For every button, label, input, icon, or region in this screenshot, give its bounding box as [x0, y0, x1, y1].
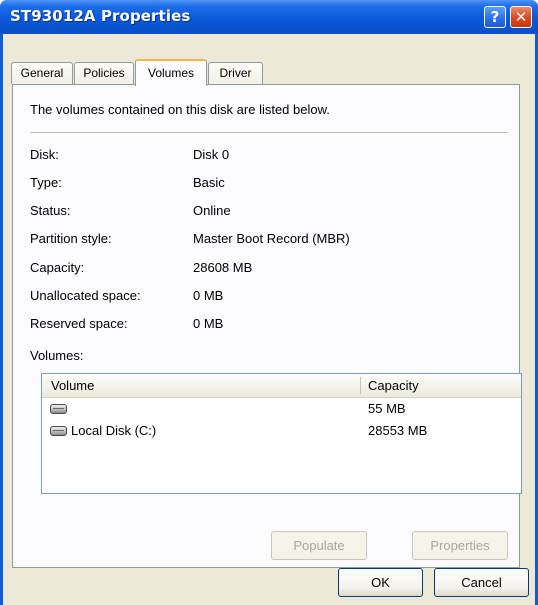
- populate-button[interactable]: Populate: [271, 531, 367, 560]
- volume-capacity: 28553 MB: [368, 423, 428, 438]
- volume-properties-button[interactable]: Properties: [412, 531, 508, 560]
- column-header-capacity[interactable]: Capacity: [368, 378, 419, 393]
- title-bar[interactable]: ST93012A Properties ? ✕: [0, 0, 538, 34]
- tab-driver[interactable]: Driver: [208, 62, 263, 84]
- volumes-list-header: Volume Capacity: [42, 374, 521, 398]
- volume-name: Local Disk (C:): [71, 423, 157, 438]
- reserved-space-label: Reserved space:: [30, 316, 128, 331]
- disk-drive-icon: [50, 426, 67, 436]
- volumes-list[interactable]: Volume Capacity 55 MB Local Disk (C:) 28…: [41, 373, 522, 494]
- table-row[interactable]: Local Disk (C:) 28553 MB: [42, 422, 521, 442]
- tab-general[interactable]: General: [11, 62, 73, 84]
- partition-style-label: Partition style:: [30, 231, 112, 246]
- capacity-value: 28608 MB: [193, 260, 253, 275]
- unallocated-space-label: Unallocated space:: [30, 288, 141, 303]
- unallocated-space-value: 0 MB: [193, 288, 224, 303]
- status-value: Online: [193, 203, 231, 218]
- status-label: Status:: [30, 203, 71, 218]
- type-label: Type:: [30, 175, 62, 190]
- tab-volumes[interactable]: Volumes: [135, 59, 207, 86]
- partition-style-value: Master Boot Record (MBR): [193, 231, 350, 246]
- table-row[interactable]: 55 MB: [42, 400, 521, 420]
- dialog-client-area: General Policies Volumes Driver The volu…: [3, 34, 535, 605]
- help-button[interactable]: ?: [484, 6, 506, 28]
- volumes-tab-panel: The volumes contained on this disk are l…: [12, 84, 522, 568]
- cancel-button[interactable]: Cancel: [434, 568, 529, 597]
- volumes-heading: Volumes:: [30, 348, 84, 363]
- disk-drive-icon: [50, 404, 67, 414]
- disk-label: Disk:: [30, 147, 59, 162]
- volume-capacity: 55 MB: [368, 401, 406, 416]
- close-button[interactable]: ✕: [510, 6, 532, 28]
- intro-text: The volumes contained on this disk are l…: [30, 102, 330, 117]
- disk-value: Disk 0: [193, 147, 230, 162]
- window-title: ST93012A Properties: [10, 7, 191, 25]
- type-value: Basic: [193, 175, 225, 190]
- separator: [30, 132, 508, 133]
- reserved-space-value: 0 MB: [193, 316, 224, 331]
- capacity-label: Capacity:: [30, 260, 85, 275]
- column-divider[interactable]: [360, 377, 361, 394]
- ok-button[interactable]: OK: [338, 568, 423, 597]
- tab-policies[interactable]: Policies: [74, 62, 134, 84]
- properties-window: ST93012A Properties ? ✕ General Policies…: [0, 0, 538, 605]
- column-header-volume[interactable]: Volume: [51, 378, 94, 393]
